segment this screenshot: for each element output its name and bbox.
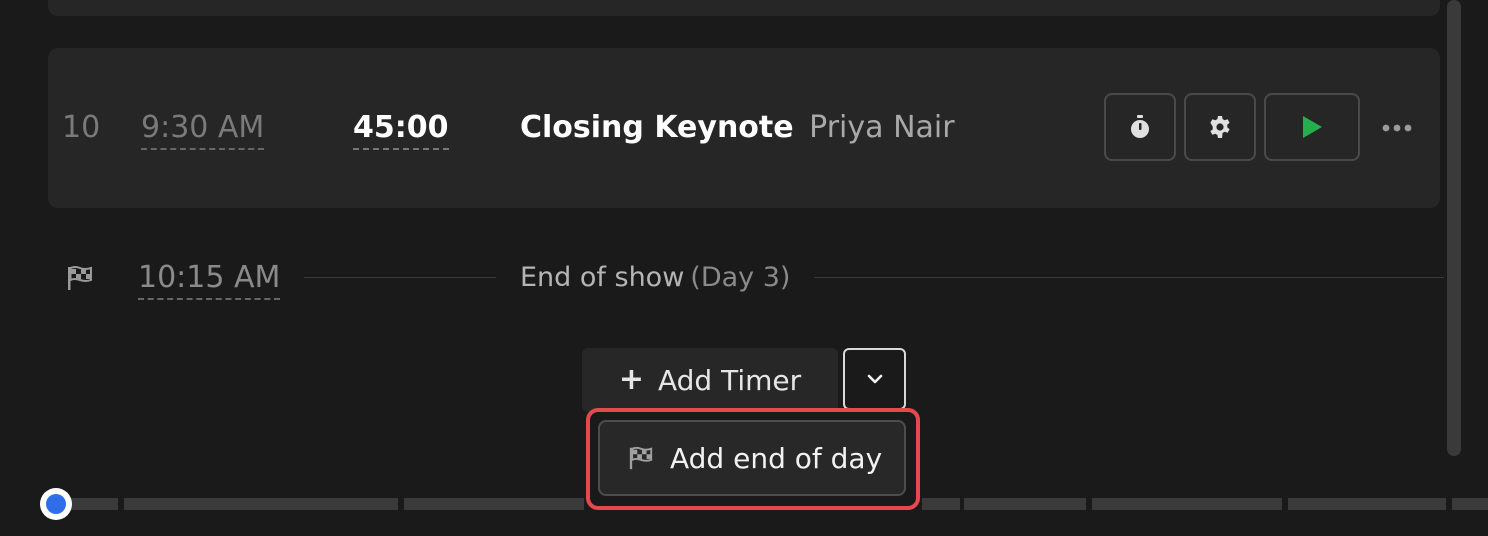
previous-timer-card[interactable]: [48, 0, 1440, 16]
settings-button[interactable]: [1184, 93, 1256, 161]
menu-item-add-end-of-day[interactable]: Add end of day: [598, 420, 906, 496]
divider-right: [814, 277, 1444, 278]
progress-knob[interactable]: [40, 488, 72, 520]
duration[interactable]: 45:00: [353, 108, 449, 150]
start-time[interactable]: 9:30 AM: [141, 108, 265, 150]
cue-number: 10: [62, 110, 101, 145]
end-of-show-label: End of show (Day 3): [520, 258, 790, 298]
rundown-view: 10 9:30 AM 45:00 Closing Keynote Priya N…: [0, 0, 1488, 536]
scrollbar-thumb[interactable]: [1447, 0, 1461, 456]
timer-title: Closing Keynote: [520, 110, 794, 145]
progress-segment: [404, 498, 584, 510]
stopwatch-icon: [1131, 115, 1149, 138]
checkered-flag-icon: [629, 446, 653, 470]
progress-segment: [124, 498, 398, 510]
more-options-button[interactable]: [1380, 113, 1414, 143]
timer-speaker: Priya Nair: [809, 110, 955, 145]
plus-icon: +: [618, 362, 644, 397]
checkered-flag-icon: [68, 266, 92, 290]
add-timer-label: Add Timer: [657, 363, 802, 397]
divider-left: [304, 277, 496, 278]
end-of-show-text: End of show: [520, 262, 685, 293]
stopwatch-button[interactable]: [1104, 93, 1176, 161]
progress-segment: [1452, 498, 1488, 510]
gear-icon: [1210, 116, 1230, 138]
add-timer-button[interactable]: + Add Timer: [582, 348, 838, 412]
play-icon: [1303, 116, 1322, 138]
progress-segment: [922, 498, 960, 510]
chevron-down-icon: [867, 374, 882, 384]
end-of-show-day: (Day 3): [690, 262, 791, 293]
progress-knob-dot: [46, 494, 66, 514]
progress-segment: [1288, 498, 1446, 510]
progress-segment: [964, 498, 1086, 510]
progress-track[interactable]: [56, 498, 1488, 510]
end-time[interactable]: 10:15 AM: [138, 258, 281, 300]
play-button[interactable]: [1264, 93, 1360, 161]
add-timer-dropdown-button[interactable]: [843, 348, 906, 410]
menu-item-label: Add end of day: [670, 441, 883, 475]
timer-title-line[interactable]: Closing Keynote Priya Nair: [520, 108, 955, 148]
more-horizontal-icon: [1382, 124, 1412, 132]
progress-segment: [1092, 498, 1282, 510]
